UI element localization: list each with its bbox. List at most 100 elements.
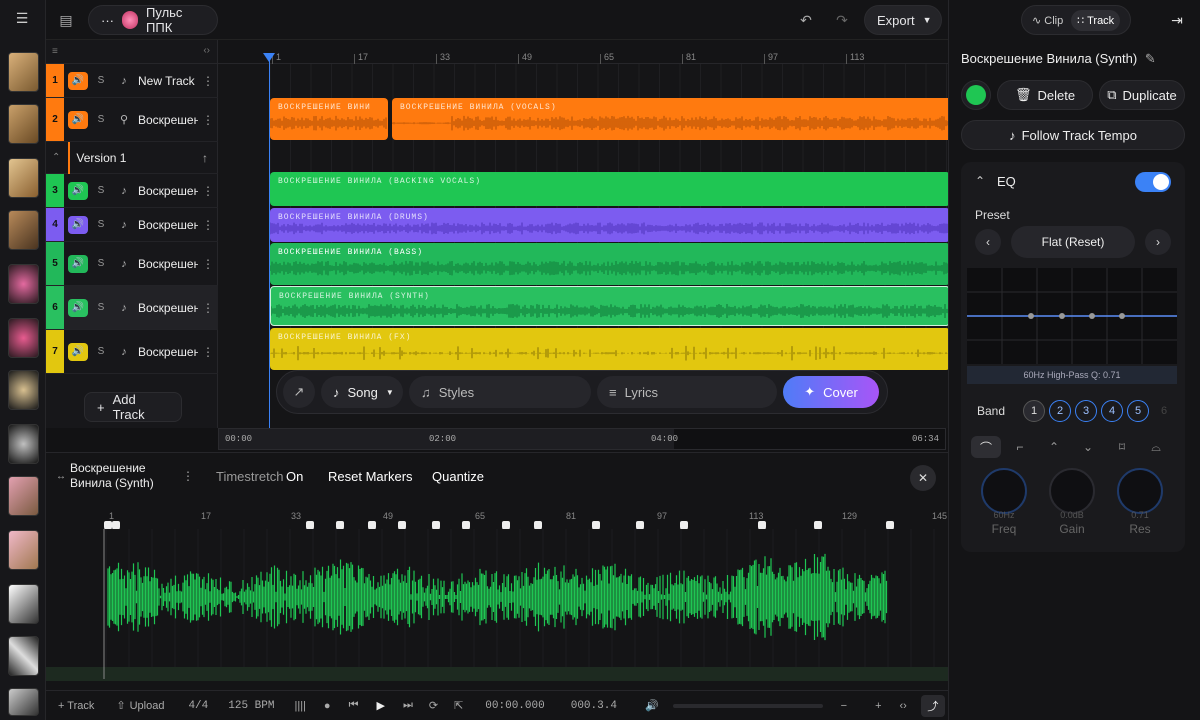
library-thumbnail[interactable] [8, 52, 39, 92]
chevron-collapse-icon[interactable]: ‹› [203, 45, 210, 56]
solo-button[interactable]: S [91, 111, 111, 129]
timestretch-toggle[interactable]: On [286, 469, 303, 484]
expand-icon[interactable]: ↗ [283, 376, 315, 408]
track-header[interactable]: 2🔊S⚲ Воскрешение Винила ⋮ [46, 98, 218, 142]
instrument-icon[interactable]: ♪ [114, 216, 134, 234]
overview-timeline[interactable]: 00:00 02:00 04:00 06:34 [218, 428, 946, 450]
track-header[interactable]: 7🔊S♪ Воскрешение Винила ⋮ [46, 330, 218, 374]
track-name[interactable]: Воскрешение Винила [138, 345, 198, 359]
more-icon[interactable]: ··· [101, 13, 114, 28]
collapse-icon[interactable]: ≡ [52, 46, 58, 57]
upload-button[interactable]: Upload [130, 700, 165, 712]
upload-icon[interactable]: ⇧ [116, 699, 125, 712]
track-color-button[interactable] [961, 80, 991, 110]
time-signature[interactable]: 4/4 [188, 700, 208, 712]
band-button[interactable]: 3 [1075, 400, 1097, 422]
more-icon[interactable]: ⋮ [202, 345, 214, 359]
duplicate-button[interactable]: ⧉ Duplicate [1099, 80, 1185, 110]
playhead[interactable] [269, 56, 270, 428]
solo-button[interactable]: S [91, 299, 111, 317]
mute-icon[interactable]: 🔊 [68, 254, 88, 273]
record-icon[interactable]: ● [324, 700, 331, 712]
instrument-icon[interactable]: ♪ [114, 343, 134, 361]
library-thumbnail[interactable] [8, 424, 39, 464]
editor-overview[interactable] [46, 667, 948, 681]
track-header[interactable]: 1 🔊 S ♪ New Track ⋮ [46, 64, 218, 98]
editor-waveform[interactable] [46, 529, 948, 691]
undo-icon[interactable]: ↶ [792, 6, 820, 34]
filter-type-icon[interactable]: ⌓ [1141, 436, 1171, 458]
more-icon[interactable]: ⋮ [202, 218, 214, 232]
more-icon[interactable]: ⋮ [182, 469, 194, 483]
band-button[interactable]: 4 [1101, 400, 1123, 422]
prev-preset-icon[interactable]: ‹ [975, 229, 1001, 255]
filter-type-icon[interactable]: ⌑ [1107, 436, 1137, 458]
list-icon[interactable]: ▤ [52, 6, 80, 34]
filter-type-icon[interactable]: ⌃ [1039, 436, 1069, 458]
zoom-out-icon[interactable]: − [841, 700, 847, 712]
library-thumbnail[interactable] [8, 688, 39, 716]
more-icon[interactable]: ⋮ [202, 184, 214, 198]
track-header[interactable]: 6🔊S♪ Воскрешение Винила ⋮ [46, 286, 218, 330]
resize-icon[interactable]: ↔ [56, 471, 66, 482]
solo-button[interactable]: S [91, 255, 111, 273]
more-icon[interactable]: ⋮ [202, 74, 214, 88]
eq-graph[interactable] [967, 268, 1177, 364]
bpm-display[interactable]: 125 BPM [228, 700, 274, 712]
track-name[interactable]: Воскрешение Винила [138, 113, 198, 127]
snap-icon[interactable]: ⇱ [454, 699, 463, 712]
instrument-icon[interactable]: ♪ [114, 299, 134, 317]
track-name[interactable]: Воскрешение Винила [138, 184, 198, 198]
fit-icon[interactable]: ‹› [900, 700, 907, 712]
band-button[interactable]: 1 [1023, 400, 1045, 422]
more-icon[interactable]: ⋮ [202, 301, 214, 315]
collapse-panel-icon[interactable]: ⇥ [1163, 6, 1191, 34]
rewind-icon[interactable]: ⏮ [349, 699, 359, 712]
solo-button[interactable]: S [91, 343, 111, 361]
instrument-icon[interactable]: ⚲ [114, 111, 134, 129]
eq-knob[interactable] [1117, 468, 1163, 514]
mute-icon[interactable]: 🔊 [68, 110, 88, 129]
zoom-in-icon[interactable]: + [875, 700, 881, 712]
project-pill[interactable]: ··· Пульс ППК [88, 5, 218, 35]
styles-input[interactable]: ♫ Styles [409, 376, 591, 408]
audio-clip[interactable]: ВОСКРЕШЕНИЕ ВИНИЛА (BACKING VOCALS) [270, 172, 948, 206]
audio-clip[interactable]: ВОСКРЕШЕНИЕ ВИНИЛА (VOCALS) [392, 98, 948, 140]
preset-select[interactable]: Flat (Reset) [1011, 226, 1135, 258]
eq-knob[interactable] [981, 468, 1027, 514]
track-header[interactable]: 3🔊S♪ Воскрешение Винила ⋮ [46, 174, 218, 208]
mute-icon[interactable]: 🔊 [68, 298, 88, 317]
add-track-footer-button[interactable]: + Track [58, 700, 94, 712]
band-button[interactable]: 2 [1049, 400, 1071, 422]
instrument-icon[interactable]: ♪ [114, 182, 134, 200]
export-button[interactable]: Export ▼ [864, 5, 942, 35]
library-thumbnail[interactable] [8, 636, 39, 676]
chevron-up-icon[interactable]: ⌃ [52, 152, 60, 163]
mute-icon[interactable]: 🔊 [68, 71, 88, 90]
forward-icon[interactable]: ⏭ [403, 699, 413, 712]
editor-ruler[interactable]: 1 17 33 49 65 81 97 113 129 145 [46, 509, 948, 531]
song-dropdown[interactable]: ♪ Song ▼ [321, 376, 403, 408]
library-thumbnail[interactable] [8, 370, 39, 410]
track-header[interactable]: 5🔊S♪ Воскрешение Винила ⋮ [46, 242, 218, 286]
library-thumbnail[interactable] [8, 158, 39, 198]
solo-button[interactable]: S [91, 216, 111, 234]
filter-type-icon[interactable]: ⌒ [971, 436, 1001, 458]
arrow-up-icon[interactable]: ↑ [202, 151, 208, 165]
audio-clip[interactable]: ВОСКРЕШЕНИЕ ВИНИЛА (SYNTH) [270, 286, 948, 326]
cover-button[interactable]: ✦ Cover [783, 376, 879, 408]
close-icon[interactable]: ✕ [910, 465, 936, 491]
next-preset-icon[interactable]: › [1145, 229, 1171, 255]
tool-icon[interactable]: ⤴ [920, 694, 945, 717]
arrangement-timeline[interactable]: 1 17 33 49 65 81 97 113 ВОСКРЕШЕНИЕ ВИНИ ВОСКРЕШ… [218, 40, 948, 428]
filter-type-icon[interactable]: ⌐ [1005, 436, 1035, 458]
metronome-icon[interactable]: |||| [294, 700, 305, 712]
eq-toggle[interactable] [1135, 172, 1171, 192]
audio-clip[interactable]: ВОСКРЕШЕНИЕ ВИНИЛА (DRUMS) [270, 208, 948, 242]
band-button[interactable]: 6 [1153, 400, 1175, 422]
mute-icon[interactable]: 🔊 [68, 181, 88, 200]
solo-button[interactable]: S [91, 72, 111, 90]
more-icon[interactable]: ⋮ [202, 113, 214, 127]
quantize-button[interactable]: Quantize [432, 469, 484, 484]
band-button[interactable]: 5 [1127, 400, 1149, 422]
